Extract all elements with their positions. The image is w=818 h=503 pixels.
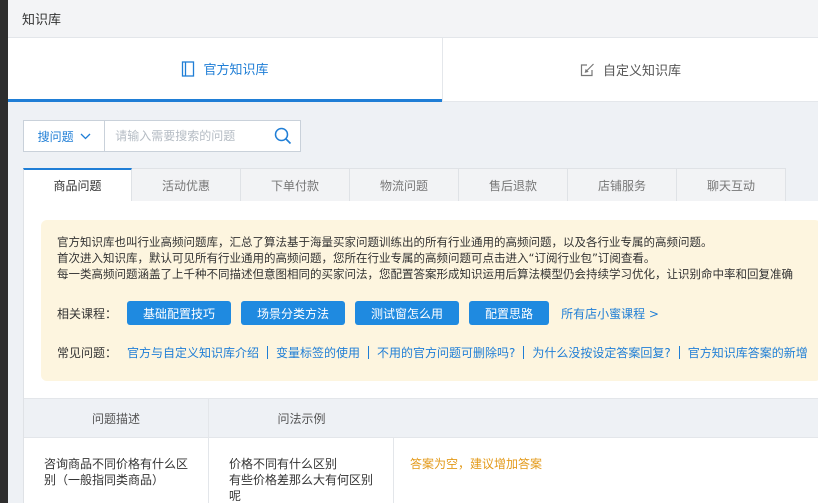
faq-link-variable-tags[interactable]: 变量标签的使用 [276,344,360,361]
faq-divider [267,346,269,359]
info-notice: 官方知识库也叫行业高频问题库，汇总了算法基于海量买家问题训练出的所有行业通用的高… [41,220,818,381]
faq-link-delete-official[interactable]: 不用的官方问题可删除吗? [377,344,515,361]
tab-product-questions[interactable]: 商品问题 [23,168,132,202]
column-header-examples: 问法示例 [277,411,326,426]
tab-after-sales[interactable]: 售后退款 [459,168,568,202]
tab-panel: 官方知识库也叫行业高频问题库，汇总了算法基于海量买家问题训练出的所有行业通用的高… [23,201,818,503]
category-tabs: 商品问题 活动优惠 下单付款 物流问题 售后退款 店铺服务 聊天互动 [23,168,818,202]
book-icon [182,60,195,77]
course-button-basic-config[interactable]: 基础配置技巧 [127,301,232,325]
title-bar: 知识库 [8,0,818,38]
tab-chat-interaction[interactable]: 聊天互动 [677,168,786,202]
question-description: 咨询商品不同价格有什么区别（一般指同类商品） [24,438,209,503]
question-examples: 价格不同有什么区别 有些价格差那么大有何区别呢 [209,438,394,503]
faq-divider [678,346,680,359]
tab-shop-service[interactable]: 店铺服务 [568,168,677,202]
faq-row: 常见问题： 官方与自定义知识库介绍 变量标签的使用 不用的官方问题可删除吗? 为… [57,344,818,361]
left-window-strip [0,0,8,503]
search-input[interactable] [105,121,266,151]
notice-line: 首次进入知识库，默认可见所有行业通用的高频问题，您所在行业专属的高频问题可点击进… [57,251,656,265]
notice-line: 官方知识库也叫行业高频问题库，汇总了算法基于海量买家问题训练出的所有行业通用的高… [57,235,713,249]
questions-table: 问题描述 问法示例 咨询商品不同价格有什么区别（一般指同类商品） 价格不同有什么… [24,398,818,503]
tab-official-kb[interactable]: 官方知识库 [8,38,442,102]
course-button-config-ideas[interactable]: 配置思路 [469,301,550,325]
main-tabs: 官方知识库 自定义知识库 [8,38,818,102]
search-button[interactable] [265,121,300,151]
all-courses-link[interactable]: 所有店小蜜课程 > [561,305,659,322]
page-title: 知识库 [22,13,62,28]
faq-label: 常见问题： [57,346,118,360]
column-header-description: 问题描述 [24,399,209,437]
table-header: 问题描述 问法示例 [24,398,818,438]
course-button-scene-classification[interactable]: 场景分类方法 [241,301,346,325]
tab-custom-kb[interactable]: 自定义知识库 [442,38,818,102]
tab-logistics[interactable]: 物流问题 [350,168,459,202]
search-icon [274,127,291,145]
table-row[interactable]: 咨询商品不同价格有什么区别（一般指同类商品） 价格不同有什么区别 有些价格差那么… [24,438,818,503]
courses-row: 相关课程： 基础配置技巧 场景分类方法 测试窗怎么用 配置思路 所有店小蜜课程 … [57,301,818,325]
main-content: 搜问题 商品问题 活动优惠 下单付款 物流问题 售后退款 店铺服务 聊天互动 [8,102,818,503]
tab-official-kb-label: 官方知识库 [203,63,269,78]
notice-line: 每一类高频问题涵盖了上千种不同描述但意图相同的买家问法，您配置答案形成知识运用后… [57,267,793,281]
tab-promotions[interactable]: 活动优惠 [132,168,241,202]
tab-custom-kb-label: 自定义知识库 [602,64,681,79]
edit-icon [580,63,594,77]
search-type-dropdown[interactable]: 搜问题 [24,121,106,151]
answer-status[interactable]: 答案为空，建议增加答案 [394,438,818,503]
search-box: 搜问题 [23,120,301,152]
faq-divider [523,346,525,359]
faq-link-reply-mismatch[interactable]: 为什么没按设定答案回复? [532,344,670,361]
search-type-label: 搜问题 [37,129,74,144]
tab-order-payment[interactable]: 下单付款 [241,168,350,202]
faq-link-answer-new[interactable]: 官方知识库答案的新增 [688,344,808,361]
faq-link-kb-intro[interactable]: 官方与自定义知识库介绍 [127,344,259,361]
course-button-test-window[interactable]: 测试窗怎么用 [355,301,460,325]
faq-divider [368,346,370,359]
chevron-down-icon [80,133,91,139]
courses-label: 相关课程： [57,306,118,321]
knowledge-base-app: 知识库 官方知识库 自定义知识库 搜问题 请输入需要搜索的问题 商品问题 活动优… [8,0,818,503]
